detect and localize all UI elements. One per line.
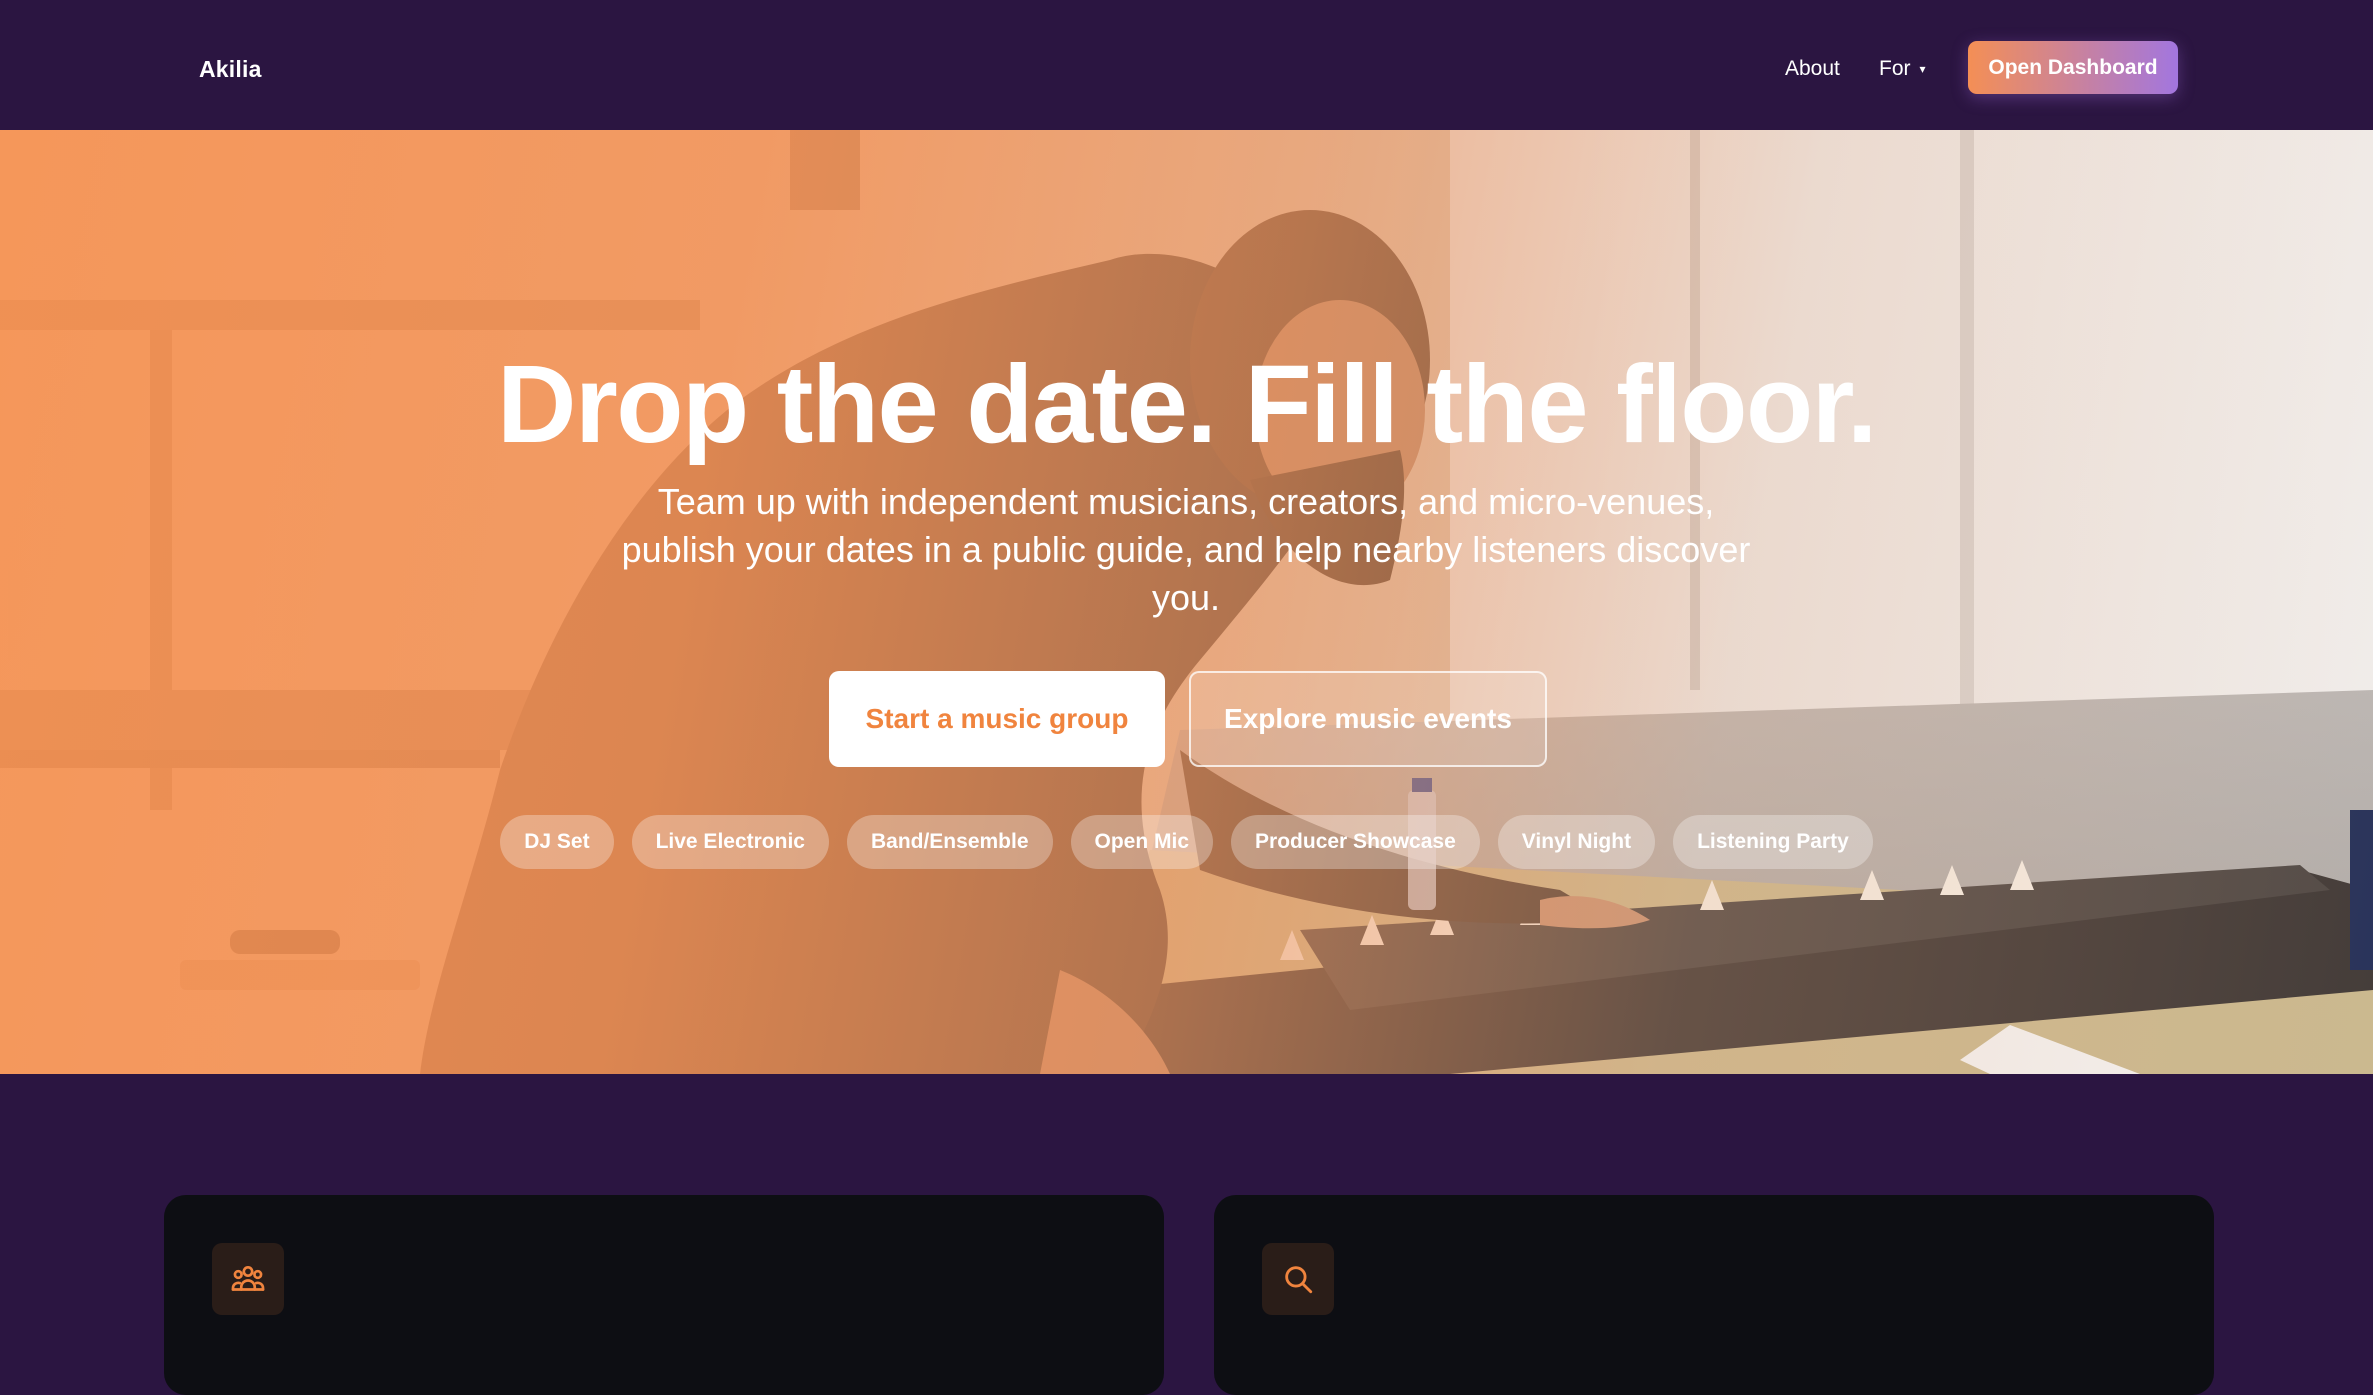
explore-music-events-button[interactable]: Explore music events (1189, 671, 1547, 767)
tag-chip[interactable]: Producer Showcase (1231, 815, 1480, 869)
open-dashboard-button[interactable]: Open Dashboard (1968, 41, 2178, 94)
nav-dropdown-for-label: For (1879, 57, 1911, 80)
brand-logo[interactable]: Akilia (199, 51, 262, 87)
hero-section: Drop the date. Fill the floor. Team up w… (0, 130, 2373, 1074)
nav-link-about[interactable]: About (1785, 51, 1840, 87)
tag-chip[interactable]: Open Mic (1070, 815, 1214, 869)
feature-card-discover (1214, 1195, 2214, 1395)
tag-chip[interactable]: Band/Ensemble (846, 815, 1053, 869)
tag-chip[interactable]: Vinyl Night (1497, 815, 1656, 869)
tag-chip[interactable]: Live Electronic (631, 815, 829, 869)
top-navbar: Akilia About For ▾ Open Dashboard (0, 0, 2373, 130)
tag-chip[interactable]: DJ Set (500, 815, 614, 869)
hero-title: Drop the date. Fill the floor. (497, 343, 1877, 466)
caret-down-icon: ▾ (1919, 62, 1926, 76)
start-music-group-button[interactable]: Start a music group (829, 671, 1165, 767)
search-icon (1262, 1243, 1334, 1315)
feature-card-groups (164, 1195, 1164, 1395)
nav-dropdown-for[interactable]: For ▾ (1879, 51, 1926, 87)
tag-chip[interactable]: Listening Party (1673, 815, 1873, 869)
group-icon (212, 1243, 284, 1315)
genre-tag-list: DJ Set Live Electronic Band/Ensemble Ope… (0, 815, 2373, 869)
hero-subtitle: Team up with independent musicians, crea… (621, 481, 1751, 618)
